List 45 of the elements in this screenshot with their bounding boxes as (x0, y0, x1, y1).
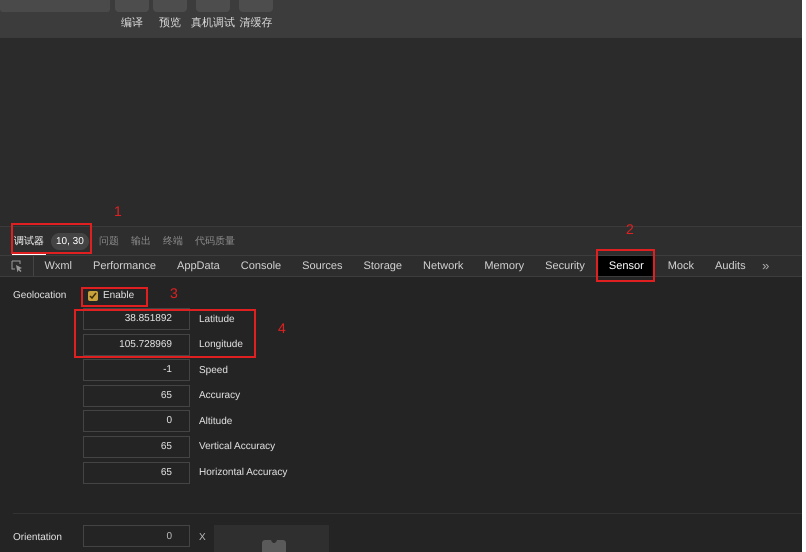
field-label: Altitude (199, 414, 232, 429)
annotation-number: 4 (278, 320, 286, 336)
devtools-tab[interactable]: Sensor (598, 256, 654, 276)
devtools-tab[interactable]: Wxml (34, 256, 82, 276)
toolbar-label[interactable]: 编译 (121, 15, 143, 32)
devtools-tab[interactable]: Storage (353, 256, 413, 276)
devtools-tab[interactable]: Performance (82, 256, 166, 276)
devtools-tab[interactable]: Audits (704, 256, 756, 276)
devtools-tab[interactable]: Sources (292, 256, 354, 276)
number-field[interactable]: 0 (83, 410, 190, 432)
devtools-tab[interactable]: Mock (657, 256, 705, 276)
more-tabs-button[interactable]: » (756, 256, 776, 276)
toolbar-label[interactable]: 预览 (159, 15, 181, 32)
toolbar-label[interactable]: 真机调试 (191, 15, 235, 32)
section-label: Orientation (13, 531, 63, 545)
panel-tab[interactable]: 终端 (160, 227, 185, 255)
field-label: Accuracy (199, 389, 240, 404)
devtools-tab[interactable]: Network (412, 256, 474, 276)
devtools-tab[interactable]: AppData (166, 256, 230, 276)
annotation-number: 3 (170, 285, 178, 301)
panel-tab[interactable]: 输出 (128, 227, 153, 255)
field-label: Longitude (199, 338, 243, 352)
number-field[interactable]: 65 (83, 384, 190, 407)
annotation-number: 1 (114, 203, 122, 219)
field-label: Latitude (199, 312, 235, 326)
number-field[interactable]: -1 (83, 359, 190, 382)
panel-tab[interactable]: 问题 (96, 227, 121, 255)
panel-tab[interactable]: 代码质量 (192, 227, 237, 255)
number-field[interactable]: 65 (83, 462, 190, 484)
toolbar-label[interactable]: 清缓存 (240, 15, 272, 32)
count-badge: 10, 30 (51, 232, 89, 250)
field-label: Speed (199, 364, 228, 378)
number-field[interactable]: 38.851892 (83, 308, 190, 330)
annotation-number: 2 (626, 221, 634, 237)
orientation-field[interactable]: 0 (83, 525, 190, 547)
number-field[interactable]: 65 (83, 436, 190, 458)
field-label: Horizontal Accuracy (199, 466, 288, 480)
field-label: Vertical Accuracy (199, 440, 276, 454)
devtools-tab[interactable]: Memory (474, 256, 535, 276)
devtools-tab[interactable]: Console (230, 256, 292, 276)
devtools-tab[interactable]: Security (534, 256, 596, 276)
axis-label: X (199, 531, 206, 545)
enable-checkbox[interactable]: Enable (88, 288, 134, 303)
number-field[interactable]: 105.728969 (83, 334, 190, 356)
section-label: Geolocation (13, 289, 68, 303)
